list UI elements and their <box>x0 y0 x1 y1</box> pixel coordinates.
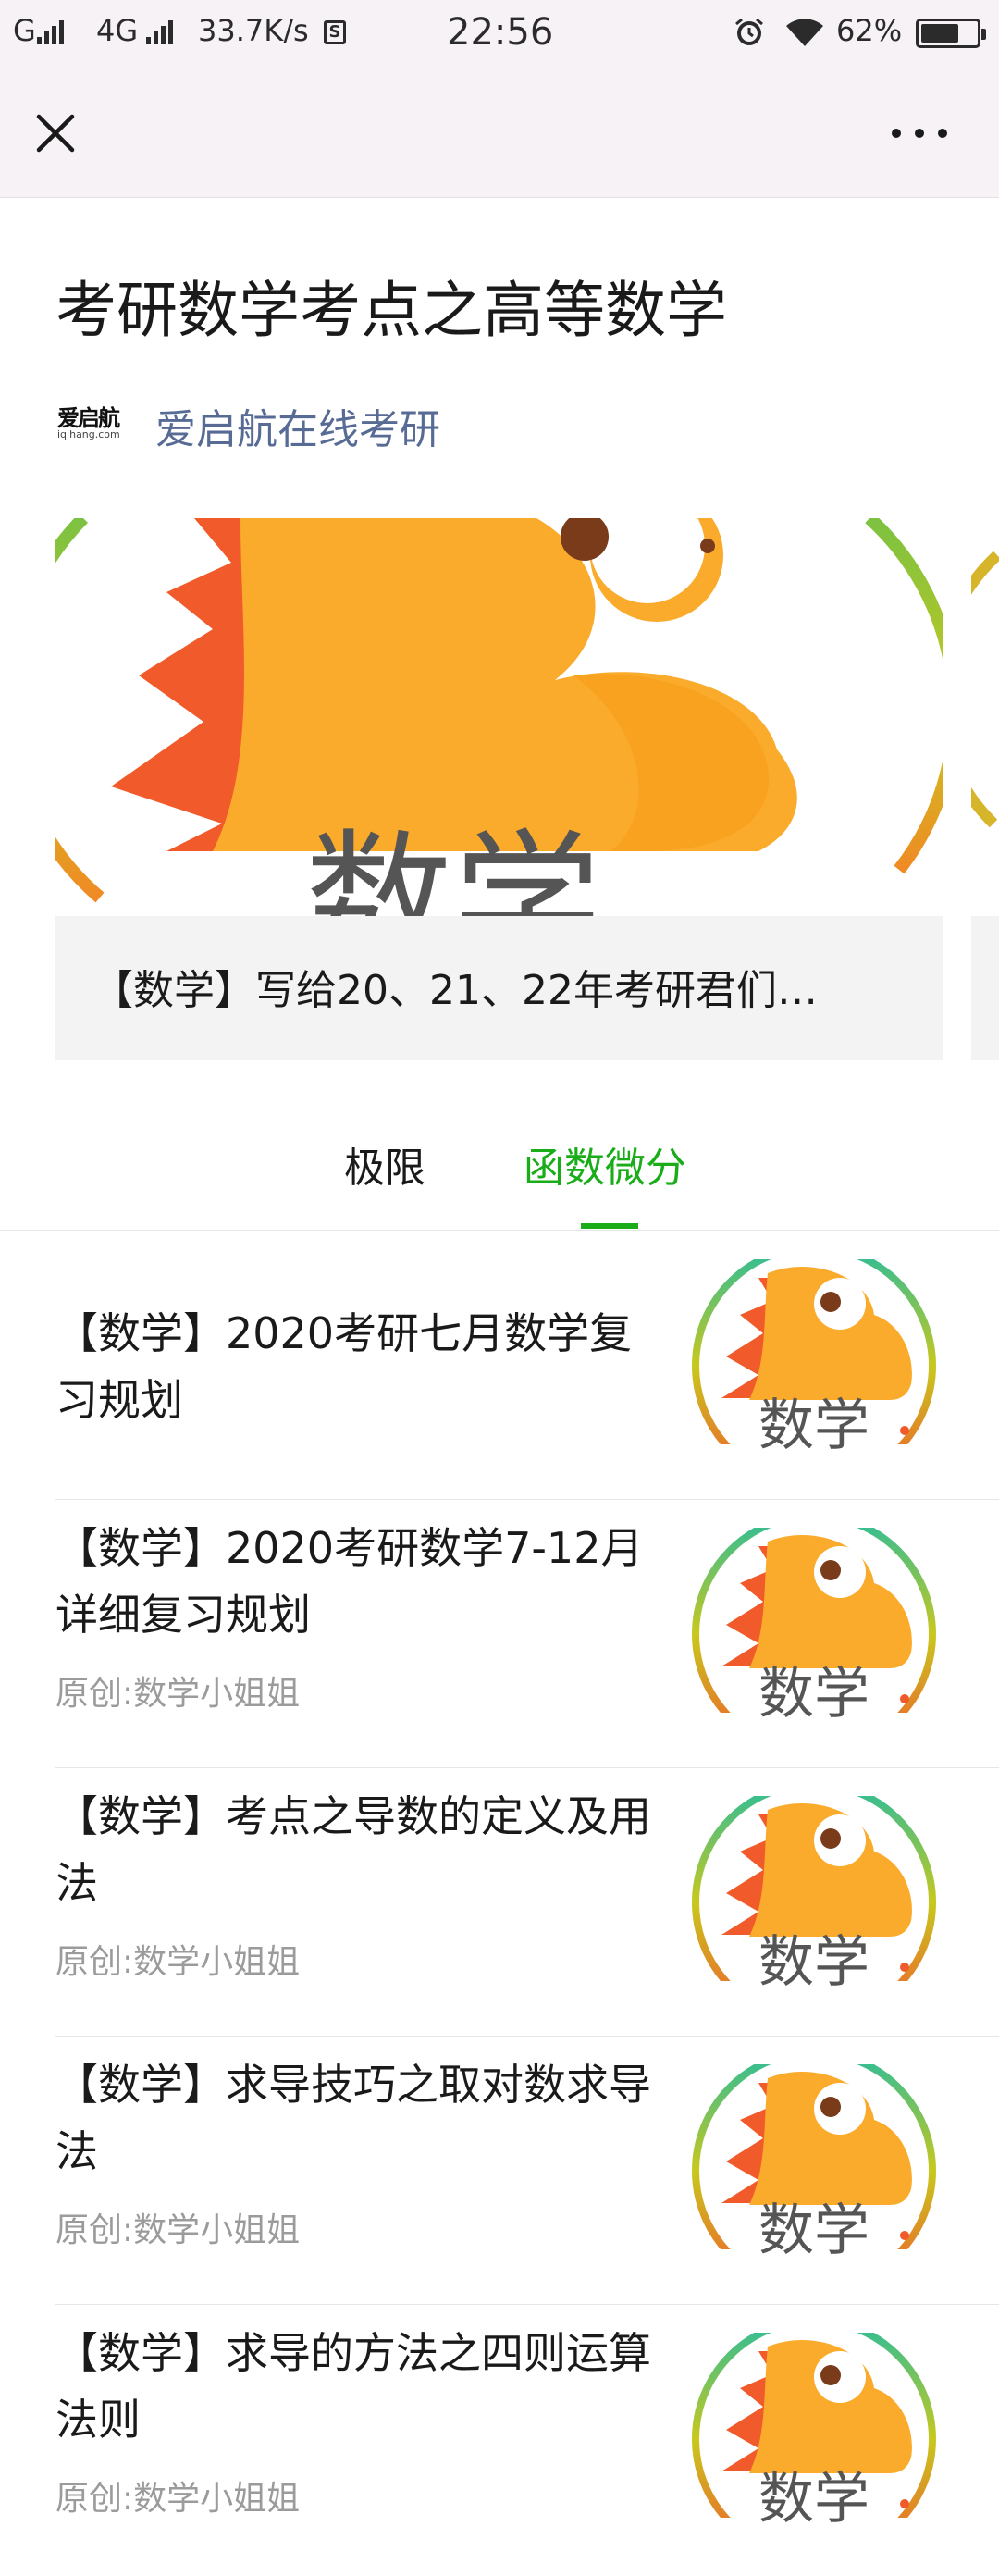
account-name-link[interactable]: 爱启航在线考研 <box>155 396 440 455</box>
article-thumbnail: 数学 <box>684 1780 944 2025</box>
carousel-image: 数学 <box>56 518 944 916</box>
status-bar: G 4G 33.7K/s S 22:56 62% <box>0 0 999 68</box>
carousel-caption: 【数学】写给20、21、22年考研君们… <box>92 967 818 1014</box>
article-item[interactable]: 【数学】考点之导数的定义及用法 原创:数学小姐姐 数学 <box>56 1768 999 2037</box>
signal-icon <box>37 20 64 44</box>
close-icon[interactable] <box>33 111 78 155</box>
signal-icon-2 <box>146 20 173 44</box>
article-item[interactable]: 【数学】求导的方法之四则运算法则 原创:数学小姐姐 数学 <box>56 2305 999 2573</box>
battery-fill <box>921 24 958 43</box>
carousel-next-caption-box <box>971 916 999 1060</box>
thumbnail-text: 数学 <box>758 1662 870 1727</box>
tab-bar: 极限 函数微分 <box>0 1092 999 1231</box>
carousel-image-text: 数学 <box>305 815 601 916</box>
battery-tip <box>981 29 986 40</box>
article-source: 原创:数学小姐姐 <box>56 2480 301 2518</box>
alarm-icon <box>735 18 763 45</box>
article-title: 【数学】2020考研数学7-12月详细复习规划 <box>56 1523 644 1640</box>
battery-percent: 62% <box>836 13 903 48</box>
article-source: 原创:数学小姐姐 <box>56 1675 301 1713</box>
mascot-illustration: 数学 <box>56 518 944 916</box>
nav-bar <box>0 68 999 198</box>
article-item[interactable]: 【数学】求导技巧之取对数求导法 原创:数学小姐姐 数学 <box>56 2037 999 2305</box>
carrier-label: G <box>13 13 36 48</box>
thumbnail-text: 数学 <box>758 2198 870 2263</box>
account-logo[interactable]: 爱启航 iqihang.com <box>57 407 130 444</box>
thumbnail-text: 数学 <box>758 1930 870 1995</box>
tab-function-differential[interactable]: 函数微分 <box>524 1134 686 1194</box>
mascot-thumbnail-image: 数学 <box>692 1512 936 1756</box>
article-source: 原创:数学小姐姐 <box>56 1943 301 1981</box>
network-speed: 33.7K/s <box>198 13 309 48</box>
carousel-next-card[interactable] <box>971 518 999 1060</box>
dot <box>892 129 901 138</box>
clock: 22:56 <box>447 11 554 54</box>
mascot-thumbnail-image: 数学 <box>692 2317 936 2561</box>
thumbnail-text: 数学 <box>758 2467 870 2532</box>
article-title: 【数学】求导技巧之取对数求导法 <box>56 2060 651 2176</box>
tab-limit[interactable]: 极限 <box>344 1134 426 1194</box>
article-title: 【数学】考点之导数的定义及用法 <box>56 1791 651 1908</box>
mascot-thumbnail-image: 数学 <box>692 1780 936 2025</box>
carousel-next-image <box>971 551 999 828</box>
more-icon[interactable] <box>892 124 947 142</box>
thumbnail-text: 数学 <box>758 1393 870 1458</box>
account-logo-subtext: iqihang.com <box>57 428 120 440</box>
page-title: 考研数学考点之高等数学 <box>56 275 727 346</box>
article-thumbnail: 数学 <box>684 2049 944 2293</box>
mascot-thumbnail-image: 数学 <box>692 2049 936 2293</box>
article-title: 【数学】2020考研七月数学复习规划 <box>56 1308 633 1425</box>
article-item[interactable]: 【数学】2020考研七月数学复习规划 数学 <box>56 1232 999 1500</box>
network-label: 4G <box>96 13 139 48</box>
wifi-icon <box>786 19 823 46</box>
article-item[interactable]: 【数学】2020考研数学7-12月详细复习规划 原创:数学小姐姐 数学 <box>56 1500 999 1768</box>
article-thumbnail: 数学 <box>684 1244 944 1488</box>
article-title: 【数学】求导的方法之四则运算法则 <box>56 2328 651 2445</box>
active-tab-indicator <box>581 1223 638 1229</box>
carousel-caption-box: 【数学】写给20、21、22年考研君们… <box>56 916 944 1060</box>
dot <box>938 129 947 138</box>
battery-icon <box>916 19 986 48</box>
carousel-card[interactable]: 数学 【数学】写给20、21、22年考研君们… <box>56 518 944 1060</box>
mascot-thumbnail-image: 数学 <box>692 1244 936 1488</box>
article-thumbnail: 数学 <box>684 1512 944 1756</box>
dot <box>915 129 924 138</box>
article-thumbnail: 数学 <box>684 2317 944 2561</box>
data-saver-icon: S <box>324 20 346 44</box>
account-logo-text: 爱启航 <box>57 405 120 431</box>
article-source: 原创:数学小姐姐 <box>56 2211 301 2249</box>
